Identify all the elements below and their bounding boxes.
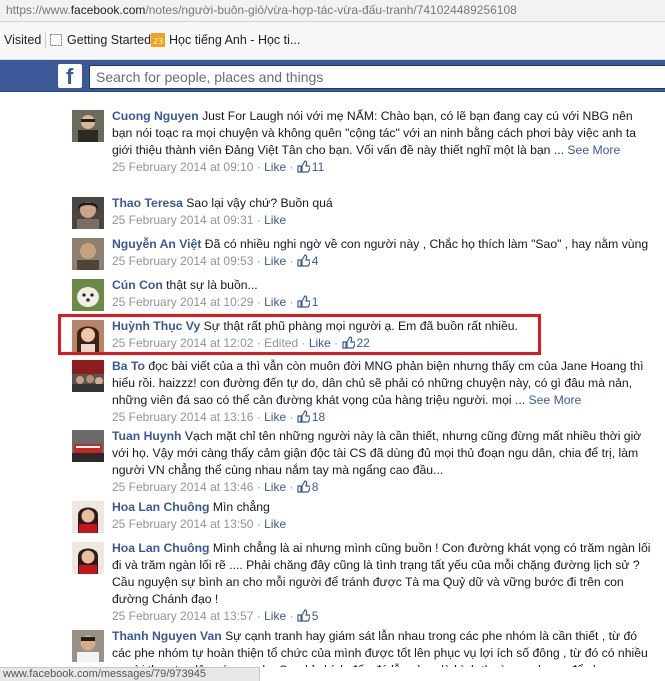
comment-meta: 25 February 2014 at 13:46 · Like · 8 [112, 480, 319, 494]
portrait-icon[interactable] [72, 238, 104, 270]
comment-author[interactable]: Thao Teresa [112, 196, 183, 210]
comment-text: Nguyễn An Việt Đã có nhiều nghi ngờ về c… [112, 237, 649, 251]
comment-text: Hoa Lan Chuông Mình chẳng là ai nhưng mì… [112, 541, 651, 606]
like-count[interactable]: 11 [312, 160, 324, 174]
browser-url-bar[interactable]: https://www.facebook.com/notes/người-buô… [0, 0, 665, 22]
comment-timestamp[interactable]: 25 February 2014 at 13:50 [112, 517, 253, 531]
comment-timestamp[interactable]: 25 February 2014 at 13:46 [112, 480, 253, 494]
svg-text:23: 23 [153, 37, 163, 46]
like-count[interactable]: 1 [312, 295, 319, 309]
like-count[interactable]: 18 [312, 410, 325, 424]
comment-author[interactable]: Cuong Nguyen [112, 109, 199, 123]
thumbs-up-icon [297, 609, 310, 622]
comment-timestamp[interactable]: 25 February 2014 at 10:29 [112, 295, 253, 309]
comment-timestamp[interactable]: 25 February 2014 at 13:57 [112, 609, 253, 623]
comment-text: Thanh Nguyen Van Sự cạnh tranh hay giám … [112, 629, 648, 667]
comment-author[interactable]: Tuan Huynh [112, 429, 182, 443]
woman-photo-icon[interactable] [72, 197, 104, 229]
bookmark-separator [45, 32, 46, 48]
search-input[interactable] [90, 66, 665, 88]
comment-text: Thao Teresa Sao lại vậy chứ? Buồn quá [112, 196, 333, 210]
comment-author[interactable]: Hoa Lan Chuông [112, 541, 210, 555]
bookmark-getting-started[interactable]: Getting Started [49, 33, 151, 47]
facebook-logo-icon[interactable]: f [58, 64, 82, 89]
cut-off-previous-line [110, 92, 260, 94]
comment-meta: 25 February 2014 at 13:50 · Like [112, 517, 287, 531]
comment-meta: 25 February 2014 at 09:31 · Like [112, 213, 287, 227]
comment-meta: 25 February 2014 at 09:10 · Like · 11 [112, 160, 325, 174]
like-link[interactable]: Like [264, 480, 286, 494]
comment-timestamp[interactable]: 25 February 2014 at 13:16 [112, 410, 253, 424]
page-icon [50, 34, 62, 46]
like-link[interactable]: Like [264, 254, 286, 268]
see-more-link[interactable]: See More [529, 393, 582, 407]
bookmark-hoc-tieng-anh[interactable]: 23 Học tiếng Anh - Học ti... [151, 33, 300, 47]
like-count[interactable]: 5 [312, 609, 319, 623]
browser-status-bar: www.facebook.com/messages/79/973945 [0, 667, 260, 681]
facebook-header: f [0, 60, 665, 92]
woman-red-icon[interactable] [72, 501, 104, 533]
comment-text: Cuong Nguyen Just For Laugh nói với mẹ N… [112, 109, 636, 157]
woman-red-icon[interactable] [72, 542, 104, 574]
comment-meta: 25 February 2014 at 13:57 · Like · 5 [112, 609, 319, 623]
like-link[interactable]: Like [264, 410, 286, 424]
like-count[interactable]: 8 [312, 480, 319, 494]
thumbs-up-icon [297, 254, 310, 267]
comment-author[interactable]: Ba To [112, 359, 145, 373]
bookmarks-toolbar: Visited Getting Started 23 Học tiếng Anh … [0, 22, 665, 60]
like-link[interactable]: Like [264, 160, 286, 174]
comment-timestamp[interactable]: 25 February 2014 at 09:10 [112, 160, 253, 174]
like-count[interactable]: 4 [312, 254, 319, 268]
url-text[interactable]: https://www.facebook.com/notes/người-buô… [6, 3, 517, 17]
dog-icon[interactable] [72, 279, 104, 311]
thumbs-up-icon [297, 410, 310, 423]
comment-text: Cún Con thật sự là buồn... [112, 278, 258, 292]
thumbs-up-icon [297, 295, 310, 308]
like-link[interactable]: Like [264, 213, 286, 227]
comment-text: Ba To đọc bài viết của a thì vẫn còn muô… [112, 359, 644, 407]
bookmark-visited[interactable]: Visited [4, 33, 41, 47]
thumbs-up-icon [297, 480, 310, 493]
man-portrait-icon[interactable] [72, 630, 104, 662]
comment-timestamp[interactable]: 25 February 2014 at 09:31 [112, 213, 253, 227]
man-photo-icon[interactable] [72, 110, 104, 142]
like-link[interactable]: Like [264, 295, 286, 309]
like-link[interactable]: Like [264, 609, 286, 623]
see-more-link[interactable]: See More [567, 143, 620, 157]
comment-author[interactable]: Nguyễn An Việt [112, 237, 201, 251]
comment-author[interactable]: Cún Con [112, 278, 163, 292]
comment-author[interactable]: Hoa Lan Chuông [112, 500, 210, 514]
crowd-photo-icon[interactable] [72, 360, 104, 392]
comments-feed[interactable]: Cuong Nguyen Just For Laugh nói với mẹ N… [0, 92, 665, 667]
comment-timestamp[interactable]: 25 February 2014 at 09:53 [112, 254, 253, 268]
comment-text: Hoa Lan Chuông Mìn chẳng [112, 500, 270, 514]
comment-author[interactable]: Thanh Nguyen Van [112, 629, 222, 643]
highlight-box [58, 314, 541, 355]
status-url-text: www.facebook.com/messages/79/973945 [3, 668, 207, 680]
like-link[interactable]: Like [264, 517, 286, 531]
comment-meta: 25 February 2014 at 13:16 · Like · 18 [112, 410, 326, 424]
comment-text: Tuan Huynh Vạch mặt chỉ tên những người … [112, 429, 642, 477]
protest-photo-icon[interactable] [72, 430, 104, 462]
site-favicon-icon: 23 [151, 33, 165, 47]
comment-meta: 25 February 2014 at 10:29 · Like · 1 [112, 295, 319, 309]
search-box[interactable] [89, 65, 665, 89]
comment-meta: 25 February 2014 at 09:53 · Like · 4 [112, 254, 319, 268]
thumbs-up-icon [297, 160, 310, 173]
